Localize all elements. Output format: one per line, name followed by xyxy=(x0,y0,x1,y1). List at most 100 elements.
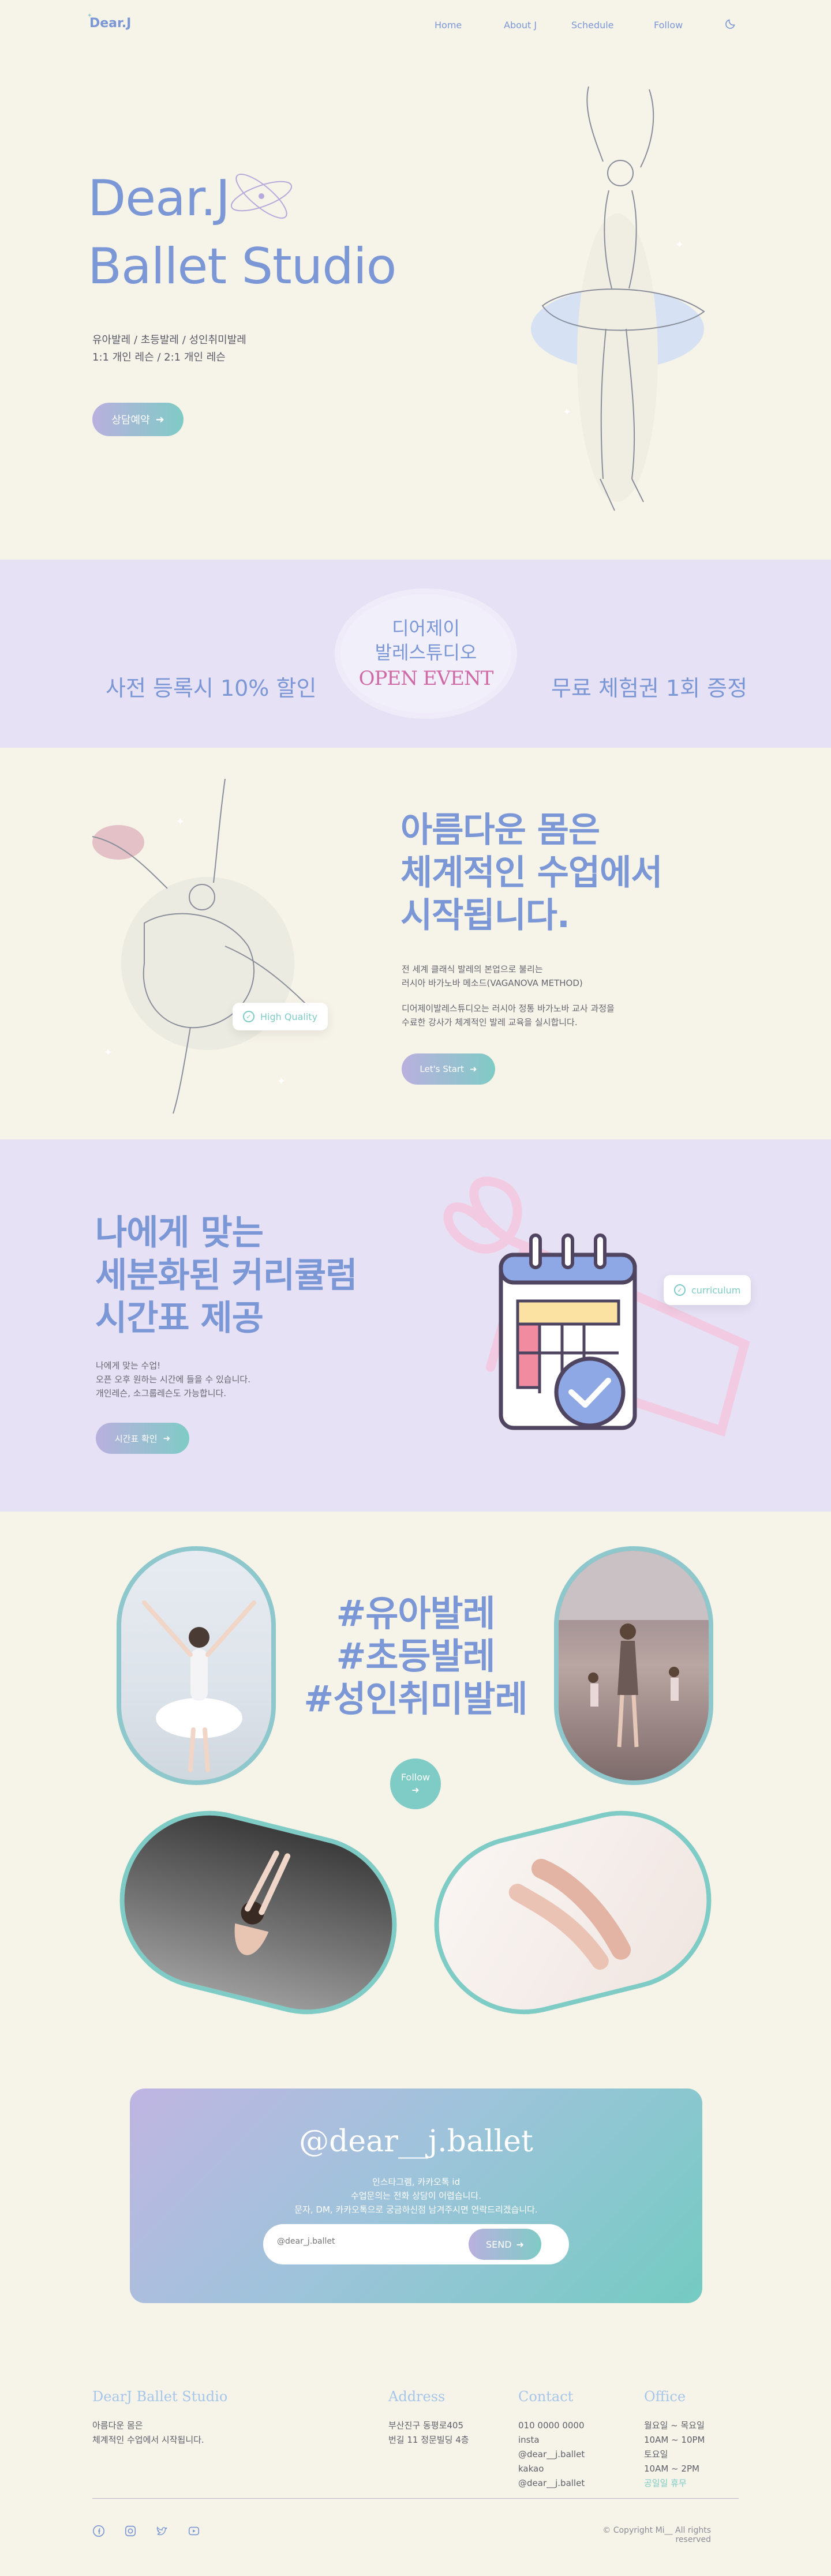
instagram-subtext: 인스타그램, 카카오톡 id 수업문의는 전화 상담이 어렵습니다. 문자, D… xyxy=(130,2175,702,2217)
curriculum-paragraph: 나에게 맞는 수업! 오픈 오후 원하는 시간에 들을 수 있습니다. 개인레슨… xyxy=(96,1359,250,1400)
hero-sub-line2: 1:1 개인 레슨 / 2:1 개인 레슨 xyxy=(92,351,226,363)
instagram-icon[interactable] xyxy=(124,2525,137,2537)
dark-mode-moon-icon[interactable] xyxy=(724,17,737,30)
footer-insta-label: insta xyxy=(518,2435,540,2445)
footer-phone[interactable]: 010 0000 0000 xyxy=(518,2418,585,2433)
lets-start-label: Let's Start xyxy=(420,1064,464,1074)
svg-text:✦: ✦ xyxy=(277,1075,286,1088)
event-left-text: 사전 등록시 10% 할인 xyxy=(106,676,317,701)
nav-about[interactable]: About J xyxy=(504,20,537,31)
logo[interactable]: ✦ Dear.J xyxy=(87,13,132,31)
footer-kakao-label: kakao xyxy=(518,2463,544,2474)
photo-ballet-class xyxy=(554,1546,713,1785)
consult-button[interactable]: 상담예약 ➜ xyxy=(92,403,184,436)
footer-insta-id[interactable]: @dear__j.ballet xyxy=(518,2447,585,2462)
logo-text: Dear.J xyxy=(89,16,132,31)
footer-address-line1: 부산진구 동평로405 xyxy=(388,2420,463,2431)
intro-title-line3: 시작됩니다. xyxy=(400,895,570,936)
lets-start-button[interactable]: Let's Start ➜ xyxy=(402,1053,495,1085)
svg-text:✦: ✦ xyxy=(563,406,571,418)
curriculum-title-line1: 나에게 맞는 xyxy=(95,1213,264,1253)
hero-subtitle: 유아발레 / 초등발레 / 성인취미발레 1:1 개인 레슨 / 2:1 개인 … xyxy=(92,332,246,366)
consult-button-label: 상담예약 xyxy=(111,414,150,426)
top-nav: ✦ Dear.J Home About J Schedule Follow xyxy=(0,0,831,52)
contact-form: SEND ➜ xyxy=(263,2224,569,2264)
open-event-oval: 디어제이 발레스튜디오 OPEN EVENT xyxy=(340,594,511,713)
hashtag-block: #유아발레 #초등발레 #성인취미발레 xyxy=(289,1592,542,1720)
footer-address-head: Address xyxy=(388,2388,446,2405)
footer-contact: 010 0000 0000 insta @dear__j.ballet kaka… xyxy=(518,2418,585,2491)
contact-input[interactable] xyxy=(277,2237,450,2246)
intro-p1-line1: 전 세계 클래식 발레의 본업으로 불리는 xyxy=(402,964,543,974)
jumping-ballerina-illustration: ✦ ✦ ✦ xyxy=(92,778,318,1114)
ballet-class-figures xyxy=(559,1551,709,1748)
ballerina-line-illustration: ✦ ✦ xyxy=(531,86,705,511)
footer-brand-text: 아름다운 몸은 체계적인 수업에서 시작됩니다. xyxy=(92,2418,204,2447)
insta-sub-line2: 수업문의는 전화 상담이 어렵습니다. xyxy=(350,2191,482,2201)
hashtag-elementary: #초등발레 xyxy=(336,1635,495,1677)
curriculum-badge: ✓ curriculum xyxy=(664,1275,751,1305)
sparkle-icon: ✦ xyxy=(87,13,92,19)
arrow-right-icon: ➜ xyxy=(163,1433,171,1443)
intro-title-line1: 아름다운 몸은 xyxy=(400,810,600,850)
footer-office-closed: 공일일 휴무 xyxy=(644,2478,687,2488)
svg-text:✦: ✦ xyxy=(104,1047,113,1059)
nav-schedule[interactable]: Schedule xyxy=(571,20,614,31)
follow-button[interactable]: Follow ➜ xyxy=(390,1758,441,1809)
photo-child-ballerina xyxy=(117,1546,276,1785)
atom-orbit-icon xyxy=(230,174,293,219)
copyright: © Copyright Mi__ All rights reserved xyxy=(602,2526,711,2544)
curriculum-title-line2: 세분화된 커리큘럼 xyxy=(95,1255,357,1296)
footer-address: 부산진구 동평로405 번길 11 정문빌딩 4층 xyxy=(388,2418,469,2447)
twitter-icon[interactable] xyxy=(156,2525,169,2537)
follow-label: Follow xyxy=(400,1772,431,1783)
svg-text:✦: ✦ xyxy=(176,816,185,828)
footer-brand: DearJ Ballet Studio xyxy=(92,2388,228,2405)
intro-title-line2: 체계적인 수업에서 xyxy=(400,853,662,893)
insta-sub-line3: 문자, DM, 카카오톡으로 궁금하신점 남겨주시면 연락드리겠습니다. xyxy=(294,2204,538,2215)
send-button[interactable]: SEND ➜ xyxy=(469,2229,541,2260)
footer-office-weekday-hours: 10AM ~ 10PM xyxy=(644,2435,705,2445)
oval-line1: 디어제이 xyxy=(392,617,460,639)
curriculum-title: 나에게 맞는 세분화된 커리큘럼 시간표 제공 xyxy=(95,1212,357,1340)
hero-title-line2: Ballet Studio xyxy=(88,238,396,295)
footer-contact-head: Contact xyxy=(518,2388,574,2405)
child-ballerina-figure xyxy=(142,1600,256,1772)
hashtag-kids: #유아발레 xyxy=(336,1592,495,1634)
check-circle-icon: ✓ xyxy=(674,1284,686,1296)
facebook-icon[interactable] xyxy=(92,2525,105,2537)
svg-text:✦: ✦ xyxy=(675,239,684,251)
calendar-check-icon xyxy=(499,1233,637,1430)
footer-brand-line2: 체계적인 수업에서 시작됩니다. xyxy=(92,2435,204,2445)
intro-title: 아름다운 몸은 체계적인 수업에서 시작됩니다. xyxy=(400,809,662,937)
footer-office-head: Office xyxy=(644,2388,686,2405)
pointe-shoes-figure xyxy=(508,1858,631,1970)
nav-follow[interactable]: Follow xyxy=(654,20,683,31)
photo-pointe-shoes xyxy=(415,1791,731,2034)
send-label: SEND xyxy=(486,2238,512,2250)
footer-office-saturday-hours: 10AM ~ 2PM xyxy=(644,2463,699,2474)
nav-home[interactable]: Home xyxy=(435,20,462,31)
open-event-label: OPEN EVENT xyxy=(358,667,494,690)
youtube-icon[interactable] xyxy=(188,2525,200,2537)
footer-kakao-id[interactable]: @dear__j.ballet xyxy=(518,2476,585,2491)
high-quality-label: High Quality xyxy=(260,1011,318,1022)
dancer-back-figure xyxy=(234,1850,291,1955)
oval-line2: 발레스튜디오 xyxy=(375,642,477,663)
high-quality-badge: ✓ High Quality xyxy=(233,1003,328,1030)
arrow-right-icon: ➜ xyxy=(516,2238,524,2250)
instagram-handle: @dear__j.ballet xyxy=(299,2124,533,2159)
insta-sub-line1: 인스타그램, 카카오톡 id xyxy=(372,2177,461,2187)
footer-address-line2: 번길 11 정문빌딩 4층 xyxy=(388,2435,469,2445)
curriculum-p-line3: 개인레슨, 소그룹레슨도 가능합니다. xyxy=(96,1388,227,1398)
intro-p2-line2: 수료한 강사가 체계적인 발레 교육을 실시합니다. xyxy=(402,1017,578,1028)
curriculum-title-line3: 시간표 제공 xyxy=(95,1298,264,1338)
event-right-text: 무료 체험권 1회 증정 xyxy=(551,676,748,701)
footer-divider xyxy=(92,2498,739,2499)
footer-office-saturday: 토요일 xyxy=(644,2449,668,2459)
curriculum-p-line1: 나에게 맞는 수업! xyxy=(96,1360,161,1371)
hashtag-adult: #성인취미발레 xyxy=(304,1678,527,1720)
check-circle-icon: ✓ xyxy=(243,1011,254,1022)
schedule-check-button[interactable]: 시간표 확인 ➜ xyxy=(96,1423,189,1454)
intro-p1-line2: 러시아 바가노바 메소드(VAGANOVA METHOD) xyxy=(402,978,583,988)
